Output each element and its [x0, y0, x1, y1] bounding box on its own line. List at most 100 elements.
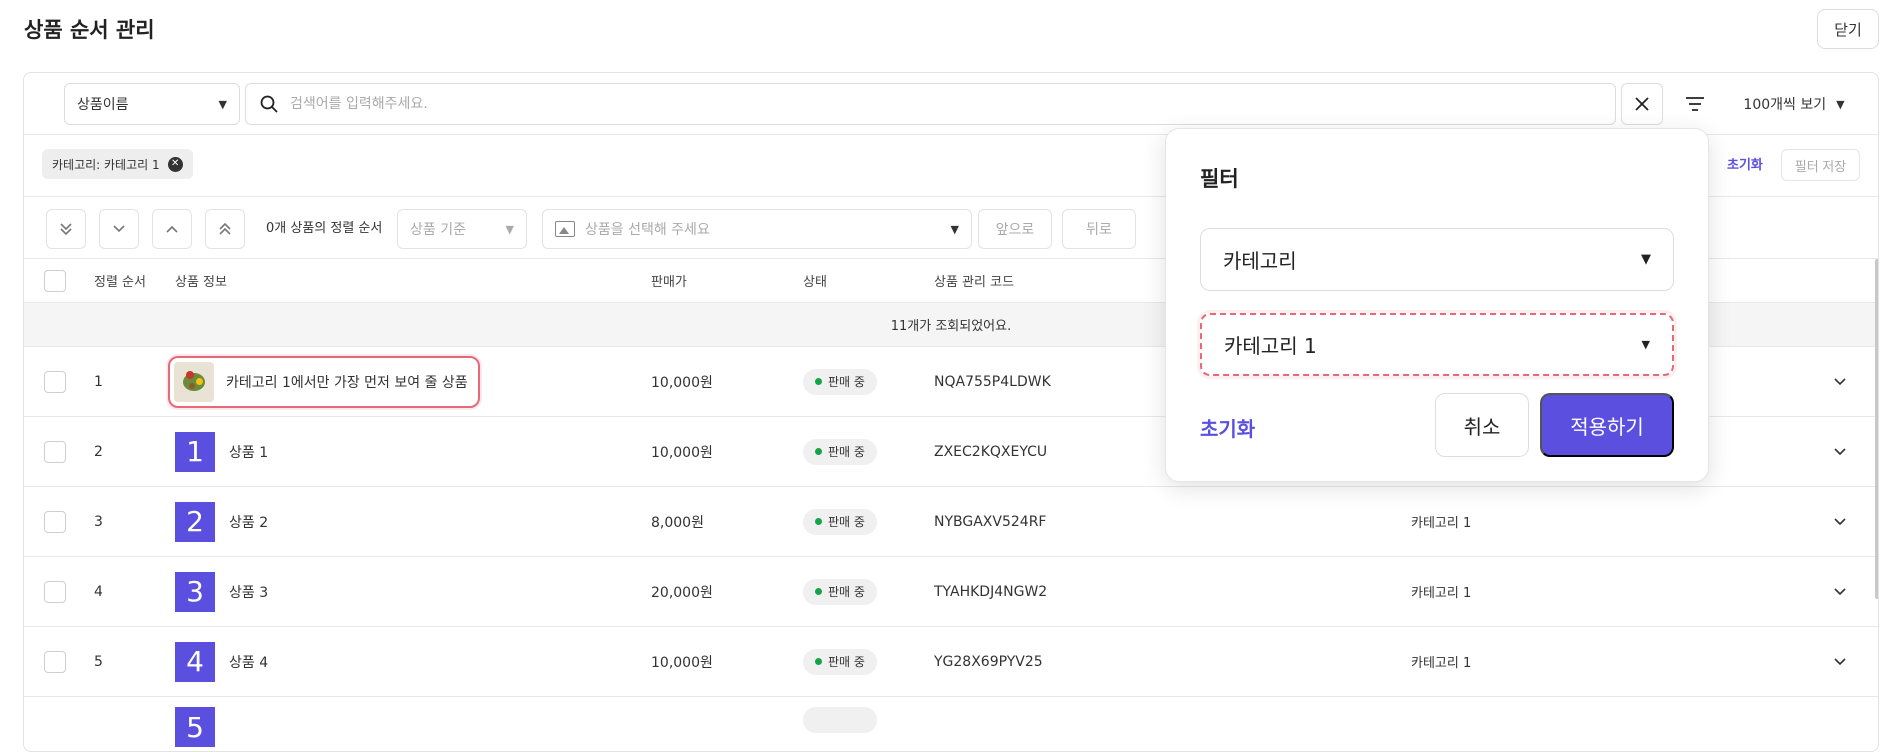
- expand-row-button[interactable]: [1834, 417, 1846, 486]
- table-row[interactable]: 3 2 상품 2 8,000원 판매 중 NYBGAXV524RF 카테고리 1: [24, 487, 1878, 557]
- status-dot-icon: [815, 588, 822, 595]
- select-all-checkbox[interactable]: [44, 269, 66, 292]
- reset-filters-link[interactable]: 초기화: [1727, 151, 1763, 181]
- remove-chip-icon[interactable]: ✕: [167, 156, 183, 172]
- caret-down-icon: ▼: [1836, 97, 1845, 111]
- status-badge: 판매 중: [803, 438, 877, 465]
- status-dot-icon: [815, 518, 822, 525]
- search-input[interactable]: [290, 96, 1601, 112]
- product-code: TYAHKDJ4NGW2: [934, 583, 1048, 600]
- move-up-button[interactable]: [152, 209, 192, 249]
- filter-reset-button[interactable]: 초기화: [1200, 413, 1255, 442]
- search-icon: [260, 95, 278, 113]
- move-to-top-button[interactable]: [205, 209, 245, 249]
- product-code: NYBGAXV524RF: [934, 513, 1047, 530]
- product-price: 20,000원: [651, 584, 713, 601]
- per-page-select[interactable]: 100개씩 보기 ▼: [1724, 83, 1864, 125]
- product-category: 카테고리 1: [1411, 586, 1472, 601]
- product-name: 상품 2: [229, 514, 269, 531]
- product-thumbnail: [174, 361, 214, 402]
- product-name: 상품 1: [229, 444, 269, 461]
- product-thumbnail: 3: [175, 571, 215, 612]
- scrollbar[interactable]: [1875, 259, 1878, 599]
- status-dot-icon: [815, 448, 822, 455]
- search-field-select[interactable]: 상품이름 ▼: [64, 83, 240, 125]
- move-back-button[interactable]: 뒤로: [1062, 209, 1136, 249]
- double-chevron-up-icon: [219, 222, 231, 235]
- status-badge: 판매 중: [803, 648, 877, 675]
- column-header: 상태: [803, 275, 827, 290]
- selected-count-label: 0개 상품의 정렬 순서: [266, 221, 383, 236]
- page-title: 상품 순서 관리: [24, 18, 155, 42]
- move-front-button[interactable]: 앞으로: [978, 209, 1052, 249]
- caret-down-icon: ▼: [1641, 252, 1651, 267]
- chevron-down-icon: [1834, 447, 1846, 455]
- row-checkbox[interactable]: [44, 650, 66, 673]
- save-filter-button[interactable]: 필터 저장: [1781, 149, 1860, 181]
- filter-button[interactable]: [1674, 83, 1716, 125]
- expand-row-button[interactable]: [1834, 487, 1846, 556]
- filter-cancel-button[interactable]: 취소: [1435, 393, 1529, 457]
- clear-search-button[interactable]: [1621, 83, 1663, 125]
- row-checkbox[interactable]: [44, 440, 66, 463]
- row-checkbox[interactable]: [44, 370, 66, 393]
- filter-popover: 필터 카테고리 ▼ 카테고리 1 ▼ 초기화 취소 적용하기: [1165, 128, 1709, 482]
- move-to-bottom-button[interactable]: [46, 209, 86, 249]
- filter-value-select[interactable]: 카테고리 1 ▼: [1200, 313, 1674, 376]
- close-button[interactable]: 닫기: [1817, 9, 1879, 49]
- product-name: 카테고리 1에서만 가장 먼저 보여 줄 상품: [226, 374, 468, 391]
- filter-popover-title: 필터: [1200, 167, 1239, 191]
- column-header: 상품 관리 코드: [934, 275, 1015, 290]
- chevron-down-icon: [113, 225, 125, 233]
- product-code: NQA755P4LDWK: [934, 373, 1051, 390]
- caret-down-icon: ▼: [1641, 338, 1650, 351]
- product-thumbnail: 2: [175, 501, 215, 542]
- row-order: 3: [94, 513, 103, 530]
- product-thumbnail: 4: [175, 641, 215, 682]
- search-row: 상품이름 ▼ 100개씩 보기 ▼: [24, 73, 1878, 135]
- status-badge: 판매 중: [803, 508, 877, 535]
- sort-basis-select[interactable]: 상품 기준 ▼: [397, 209, 527, 249]
- row-order: 1: [94, 373, 103, 390]
- chevron-down-icon: [1834, 587, 1846, 595]
- status-label: 판매 중: [828, 375, 865, 389]
- row-order: 2: [94, 443, 103, 460]
- filter-apply-button[interactable]: 적용하기: [1540, 393, 1674, 457]
- status-label: 판매 중: [828, 445, 865, 459]
- status-label: 판매 중: [828, 585, 865, 599]
- product-price: 10,000원: [651, 654, 713, 671]
- row-order: 5: [94, 653, 103, 670]
- highlighted-product[interactable]: 카테고리 1에서만 가장 먼저 보여 줄 상품: [168, 355, 480, 408]
- row-checkbox[interactable]: [44, 510, 66, 533]
- row-order: 4: [94, 583, 103, 600]
- status-badge: 판매 중: [803, 368, 877, 395]
- close-icon: [1635, 97, 1649, 111]
- move-down-button[interactable]: [99, 209, 139, 249]
- double-chevron-down-icon: [60, 223, 72, 236]
- status-label: 판매 중: [828, 515, 865, 529]
- product-price: 10,000원: [651, 374, 713, 391]
- column-header: 판매가: [651, 275, 687, 290]
- filter-chip: 카테고리: 카테고리 1 ✕: [42, 149, 193, 179]
- product-thumbnail: 5: [175, 707, 215, 747]
- expand-row-button[interactable]: [1834, 347, 1846, 416]
- status-badge: 판매 중: [803, 578, 877, 605]
- sort-basis-placeholder: 상품 기준: [410, 222, 466, 238]
- status-label: 판매 중: [828, 655, 865, 669]
- filter-chip-label: 카테고리: 카테고리 1: [52, 157, 160, 172]
- table-row[interactable]: 4 3 상품 3 20,000원 판매 중 TYAHKDJ4NGW2 카테고리 …: [24, 557, 1878, 627]
- search-box: [245, 83, 1616, 125]
- expand-row-button[interactable]: [1834, 557, 1846, 626]
- image-icon: [555, 221, 575, 237]
- product-price: 10,000원: [651, 444, 713, 461]
- table-row[interactable]: 5 4 상품 4 10,000원 판매 중 YG28X69PYV25 카테고리 …: [24, 627, 1878, 697]
- status-badge: [803, 707, 877, 733]
- per-page-label: 100개씩 보기: [1743, 97, 1827, 113]
- product-select[interactable]: 상품을 선택해 주세요 ▼: [542, 209, 972, 249]
- product-name: 상품 4: [229, 654, 269, 671]
- chevron-down-icon: [1834, 657, 1846, 665]
- row-checkbox[interactable]: [44, 580, 66, 603]
- filter-value-value: 카테고리 1: [1224, 334, 1317, 358]
- expand-row-button[interactable]: [1834, 627, 1846, 696]
- filter-field-select[interactable]: 카테고리 ▼: [1200, 228, 1674, 291]
